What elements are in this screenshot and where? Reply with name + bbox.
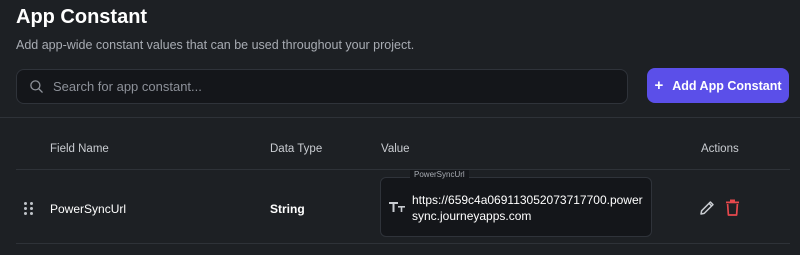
- text-type-icon: [388, 199, 406, 215]
- add-app-constant-button[interactable]: + Add App Constant: [647, 68, 789, 103]
- table-header: Field Name Data Type Value Actions: [16, 118, 790, 170]
- column-header-data-type: Data Type: [270, 143, 323, 155]
- app-constant-page: App Constant Add app-wide constant value…: [0, 0, 800, 255]
- page-subtitle: Add app-wide constant values that can be…: [16, 38, 415, 52]
- search-input[interactable]: [53, 70, 627, 103]
- column-header-value: Value: [381, 143, 410, 155]
- drag-handle-icon[interactable]: [24, 202, 34, 216]
- data-type-cell: String: [270, 202, 305, 216]
- value-field[interactable]: PowerSyncUrl https://659c4a0691130520737…: [380, 170, 652, 237]
- edit-icon[interactable]: [699, 199, 716, 216]
- search-box[interactable]: [16, 69, 628, 104]
- search-icon: [29, 79, 45, 95]
- delete-icon[interactable]: [725, 199, 740, 216]
- field-name-cell: PowerSyncUrl: [50, 202, 127, 216]
- plus-icon: +: [654, 77, 664, 94]
- page-title: App Constant: [16, 6, 148, 28]
- column-header-actions: Actions: [701, 143, 739, 155]
- add-app-constant-label: Add App Constant: [672, 78, 782, 93]
- column-header-field-name: Field Name: [50, 143, 109, 155]
- table-row: PowerSyncUrl String PowerSyncUrl https:/…: [16, 170, 790, 244]
- value-text[interactable]: https://659c4a069113052073717700.powersy…: [412, 192, 646, 224]
- value-field-label: PowerSyncUrl: [410, 170, 469, 179]
